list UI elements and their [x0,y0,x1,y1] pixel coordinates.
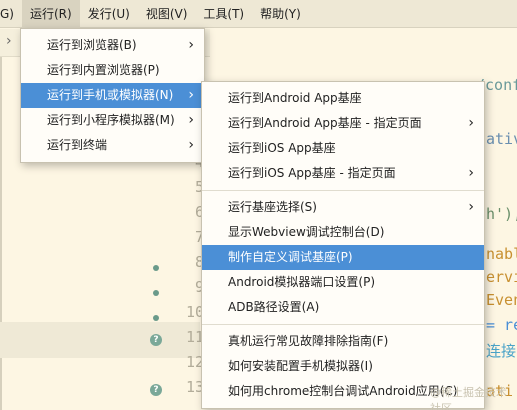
menu-item-android-emulator-port[interactable]: Android模拟器端口设置(P) [202,270,484,295]
menu-item-label: 运行到Android App基座 - 指定页面 [228,116,422,130]
run-menu: 运行到浏览器(B) › 运行到内置浏览器(P) 运行到手机或模拟器(N) › 运… [20,28,205,163]
menu-item-label: 运行到终端 [47,138,108,152]
menu-item-label: 运行基座选择(S) [228,200,317,214]
chevron-right-icon: › [188,37,194,53]
line-number: 7 [194,228,204,246]
menu-item-adb-path[interactable]: ADB路径设置(A) [202,295,484,320]
line-number: 8 [194,253,204,271]
menu-item-label: 运行到浏览器(B) [47,38,137,52]
hint-icon[interactable]: ? [150,334,162,346]
menu-item-label: 运行到手机或模拟器(N) [47,88,174,102]
chevron-right-icon: › [468,199,474,215]
menu-item-base-select[interactable]: 运行基座选择(S) › [202,195,484,220]
phone-submenu: 运行到Android App基座 运行到Android App基座 - 指定页面… [201,81,485,409]
menu-item-label: 如何用chrome控制台调试Android应用(C) [228,384,458,398]
line-number: 12 [185,353,204,371]
menu-item-run-to-miniprogram[interactable]: 运行到小程序模拟器(M) › [21,108,204,133]
watermark: @稀土掘金技术社区 [430,386,507,410]
code-text: ativ [486,130,517,148]
line-number: 9 [194,278,204,296]
menu-item-label: 显示Webview调试控制台(D) [228,225,385,239]
line-number: 13 [185,378,204,396]
code-text: Even [486,291,517,309]
menu-help[interactable]: 帮助(Y) [252,0,309,28]
menu-item-label: 制作自定义调试基座(P) [228,250,353,264]
chevron-right-icon: › [468,165,474,181]
line-number: 10 [185,303,204,321]
menu-item-run-to-browser[interactable]: 运行到浏览器(B) › [21,33,204,58]
menu-publish[interactable]: 发行(U) [80,0,138,28]
bookmark-dot-icon[interactable] [153,265,159,271]
current-line-highlight [0,322,200,358]
menu-item-label: ADB路径设置(A) [228,300,320,314]
code-text: nable [486,245,517,263]
menu-item-troubleshoot-guide[interactable]: 真机运行常见故障排除指南(F) [202,329,484,354]
menu-item-label: 运行到iOS App基座 - 指定页面 [228,166,396,180]
chevron-right-icon: › [188,112,194,128]
menu-item-run-to-phone[interactable]: 运行到手机或模拟器(N) › [21,83,204,108]
menu-item-run-to-builtin-browser[interactable]: 运行到内置浏览器(P) [21,58,204,83]
menu-separator [202,324,484,325]
line-number: 11 [185,328,204,346]
menubar: G) 运行(R) 发行(U) 视图(V) 工具(T) 帮助(Y) [0,0,517,28]
menu-run[interactable]: 运行(R) [21,0,80,28]
menu-item-webview-console[interactable]: 显示Webview调试控制台(D) [202,220,484,245]
chevron-right-icon: › [468,115,474,131]
menu-item-android-base-page[interactable]: 运行到Android App基座 - 指定页面 › [202,111,484,136]
menu-item-label: Android模拟器端口设置(P) [228,275,375,289]
menu-item-run-to-terminal[interactable]: 运行到终端 › [21,133,204,158]
chevron-right-icon: › [188,87,194,103]
code-text: ervi [486,268,517,286]
menu-item-label: 运行到Android App基座 [228,91,362,105]
line-number: 6 [194,203,204,221]
chevron-right-icon[interactable]: › [6,33,12,49]
chevron-right-icon: › [188,137,194,153]
menu-item-label: 运行到内置浏览器(P) [47,63,160,77]
code-text: h'), [486,205,517,223]
menu-item-custom-base[interactable]: 制作自定义调试基座(P) [202,245,484,270]
menu-item-label: 如何安装配置手机模拟器(I) [228,359,373,373]
menu-item-label: 运行到iOS App基座 [228,141,336,155]
bookmark-dot-icon[interactable] [153,290,159,296]
menu-view[interactable]: 视图(V) [138,0,196,28]
code-text: 连接 [486,342,517,360]
menu-tools[interactable]: 工具(T) [195,0,252,28]
line-number: 5 [194,178,204,196]
hint-icon[interactable]: ? [150,384,162,396]
menu-item-ios-base-page[interactable]: 运行到iOS App基座 - 指定页面 › [202,161,484,186]
menu-item-label: 真机运行常见故障排除指南(F) [228,334,389,348]
menu-item-ios-base[interactable]: 运行到iOS App基座 [202,136,484,161]
menu-truncated[interactable]: G) [0,0,22,28]
menu-item-install-emulator[interactable]: 如何安装配置手机模拟器(I) [202,354,484,379]
code-text: = re [486,316,517,334]
menu-item-label: 运行到小程序模拟器(M) [47,113,175,127]
menu-separator [202,190,484,191]
bookmark-dot-icon[interactable] [153,315,159,321]
menu-item-android-base[interactable]: 运行到Android App基座 [202,86,484,111]
